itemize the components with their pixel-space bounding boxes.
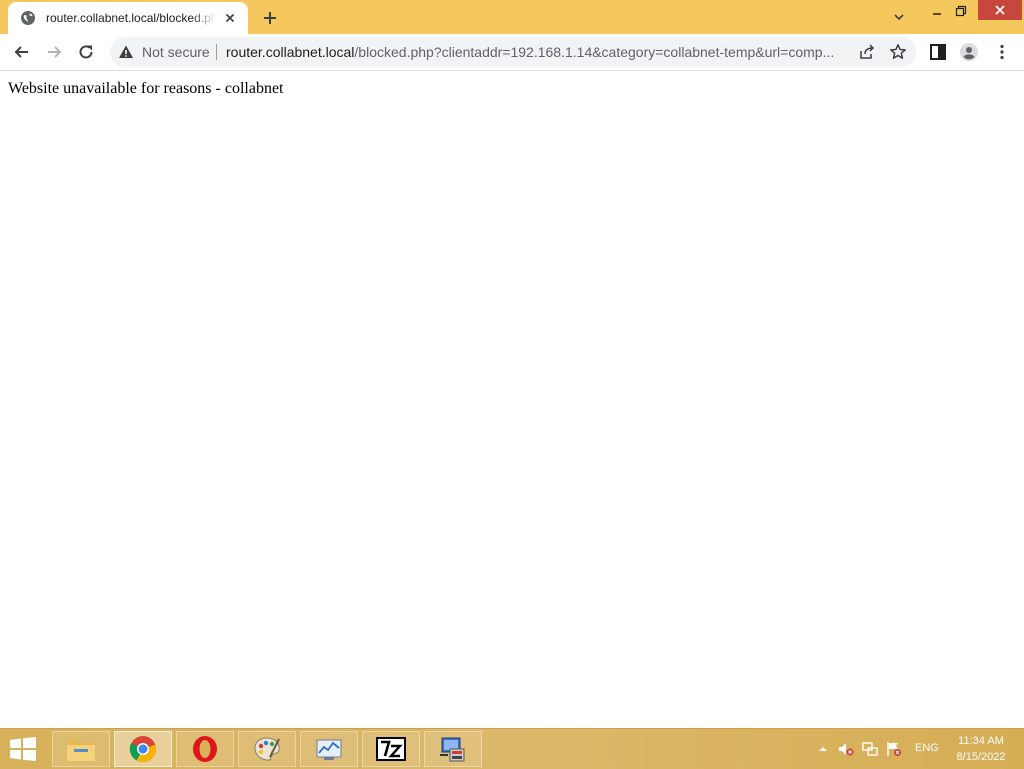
restore-button[interactable]: [950, 0, 972, 22]
tab-search-button[interactable]: [888, 7, 910, 27]
not-secure-label[interactable]: Not secure: [142, 44, 210, 60]
side-panel-icon[interactable]: [928, 42, 948, 62]
new-tab-icon[interactable]: [260, 8, 280, 28]
7zip-icon: [376, 737, 406, 761]
url-path: /blocked.php?clientaddr=192.168.1.14&cat…: [354, 44, 835, 60]
globe-icon: [21, 11, 35, 25]
close-tab-icon[interactable]: [222, 10, 238, 26]
blocked-message: Website unavailable for reasons - collab…: [8, 80, 284, 97]
browser-tab-strip: router.collabnet.local/blocked.php: [0, 0, 1024, 34]
action-center-flag-icon[interactable]: [886, 741, 902, 757]
language-indicator[interactable]: ENG: [915, 742, 939, 754]
profile-avatar-icon[interactable]: [959, 42, 979, 62]
share-icon[interactable]: [858, 43, 876, 61]
taskbar-paint[interactable]: [238, 731, 296, 767]
show-hidden-icons-icon[interactable]: [815, 741, 831, 757]
back-arrow-icon[interactable]: [12, 42, 32, 62]
address-bar[interactable]: Not secure router.collabnet.local/blocke…: [110, 37, 916, 67]
minimize-button[interactable]: [926, 0, 948, 22]
tab-title: router.collabnet.local/blocked.php: [46, 11, 216, 25]
taskbar-7zip[interactable]: [362, 731, 420, 767]
taskbar-performance-monitor[interactable]: [300, 731, 358, 767]
window-close-button[interactable]: [978, 0, 1022, 20]
system-settings-icon: [440, 737, 465, 762]
taskbar-file-explorer[interactable]: [52, 731, 110, 767]
address-separator: [216, 44, 217, 60]
more-menu-icon[interactable]: [992, 42, 1012, 62]
minimize-icon: [933, 13, 941, 15]
page-content: Website unavailable for reasons - collab…: [0, 71, 1024, 728]
paint-palette-icon: [254, 737, 280, 761]
browser-tab[interactable]: router.collabnet.local/blocked.php: [8, 2, 248, 34]
warning-icon[interactable]: [118, 44, 134, 60]
opera-icon: [193, 736, 217, 762]
system-clock[interactable]: 11:34 AM 8/15/2022: [952, 733, 1010, 765]
url-text[interactable]: router.collabnet.local/blocked.php?clien…: [226, 44, 846, 60]
clock-date: 8/15/2022: [956, 751, 1006, 763]
url-host: router.collabnet.local: [226, 44, 355, 60]
bookmark-star-icon[interactable]: [889, 43, 907, 61]
folder-icon: [67, 741, 95, 761]
taskbar-chrome[interactable]: [114, 731, 172, 767]
close-icon: [995, 5, 1005, 15]
taskbar-opera[interactable]: [176, 731, 234, 767]
chevron-down-icon: [894, 14, 904, 21]
restore-icon: [955, 5, 967, 17]
clock-time: 11:34 AM: [958, 735, 1004, 747]
reload-icon[interactable]: [76, 42, 96, 62]
browser-toolbar: Not secure router.collabnet.local/blocke…: [0, 34, 1024, 71]
windows-start-icon[interactable]: [8, 737, 38, 761]
volume-muted-icon[interactable]: [838, 741, 854, 757]
forward-arrow-icon[interactable]: [44, 42, 64, 62]
chrome-icon: [129, 736, 157, 763]
taskbar-control-panel[interactable]: [424, 731, 482, 767]
performance-monitor-icon: [316, 739, 342, 760]
taskbar: ENG 11:34 AM 8/15/2022: [0, 728, 1024, 769]
network-icon[interactable]: [862, 741, 878, 757]
